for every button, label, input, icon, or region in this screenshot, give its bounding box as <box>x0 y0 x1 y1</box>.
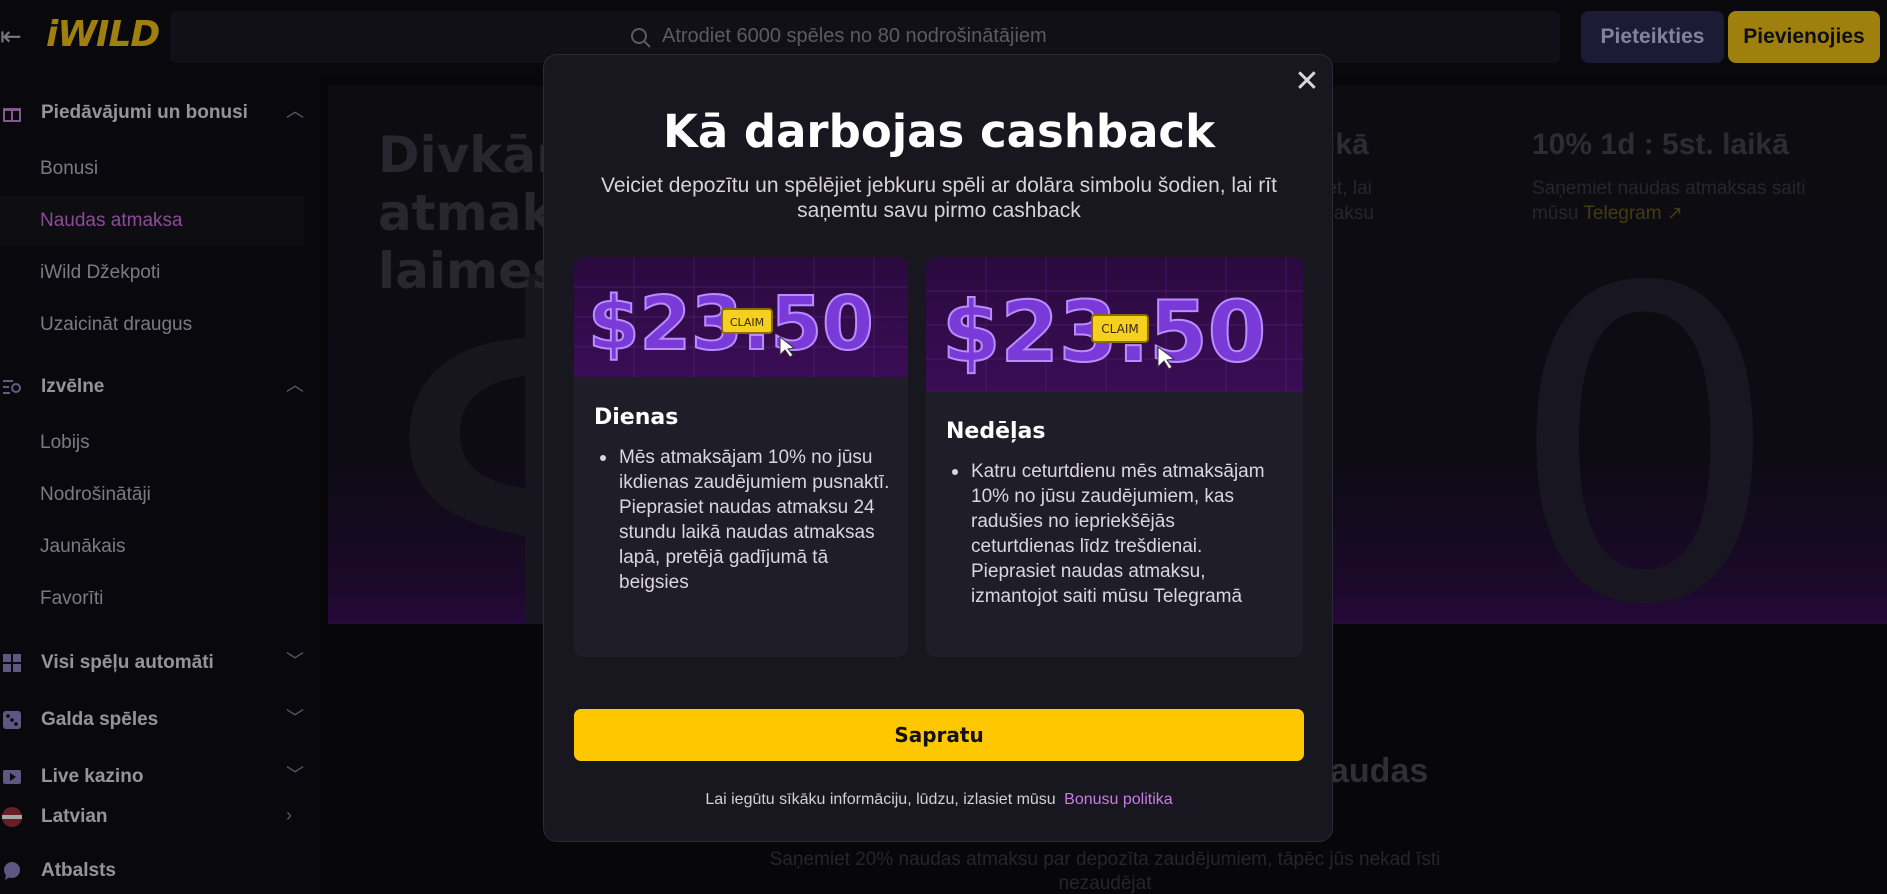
modal-subtitle: Veiciet depozītu un spēlējiet jebkuru sp… <box>601 174 1277 222</box>
claim-badge: CLAIM <box>730 316 764 329</box>
card-heading: Nedēļas <box>946 419 1046 444</box>
confirm-button[interactable]: Sapratu <box>574 709 1304 761</box>
close-icon[interactable]: ✕ <box>1293 67 1321 97</box>
modal-title: Kā darbojas cashback <box>662 105 1216 158</box>
modal-footer-note: Lai iegūtu sīkāku informāciju, lūdzu, iz… <box>544 791 1334 809</box>
bonus-policy-link[interactable]: Bonusu politika <box>1064 791 1173 808</box>
claim-badge: CLAIM <box>1101 322 1138 336</box>
cashback-amount-image: $23.50 CLAIM <box>926 257 1303 392</box>
weekly-cashback-card: $23.50 CLAIM Nedēļas Katru ceturtdienu m… <box>926 257 1303 657</box>
list-item: Mēs atmaksājam 10% no jūsu ikdienas zaud… <box>594 445 894 595</box>
cashback-modal: ✕ Kā darbojas cashback Veiciet depozītu … <box>543 54 1333 842</box>
card-description: Katru ceturtdienu mēs atmaksājam 10% no … <box>946 459 1266 609</box>
daily-cashback-card: $23.50 CLAIM Dienas Mēs atmaksājam 10% n… <box>574 257 908 657</box>
card-description: Mēs atmaksājam 10% no jūsu ikdienas zaud… <box>594 445 894 595</box>
cashback-amount-image: $23.50 CLAIM <box>574 257 908 377</box>
footer-text: Lai iegūtu sīkāku informāciju, lūdzu, iz… <box>705 791 1056 808</box>
card-heading: Dienas <box>594 405 679 430</box>
list-item: Katru ceturtdienu mēs atmaksājam 10% no … <box>946 459 1266 609</box>
